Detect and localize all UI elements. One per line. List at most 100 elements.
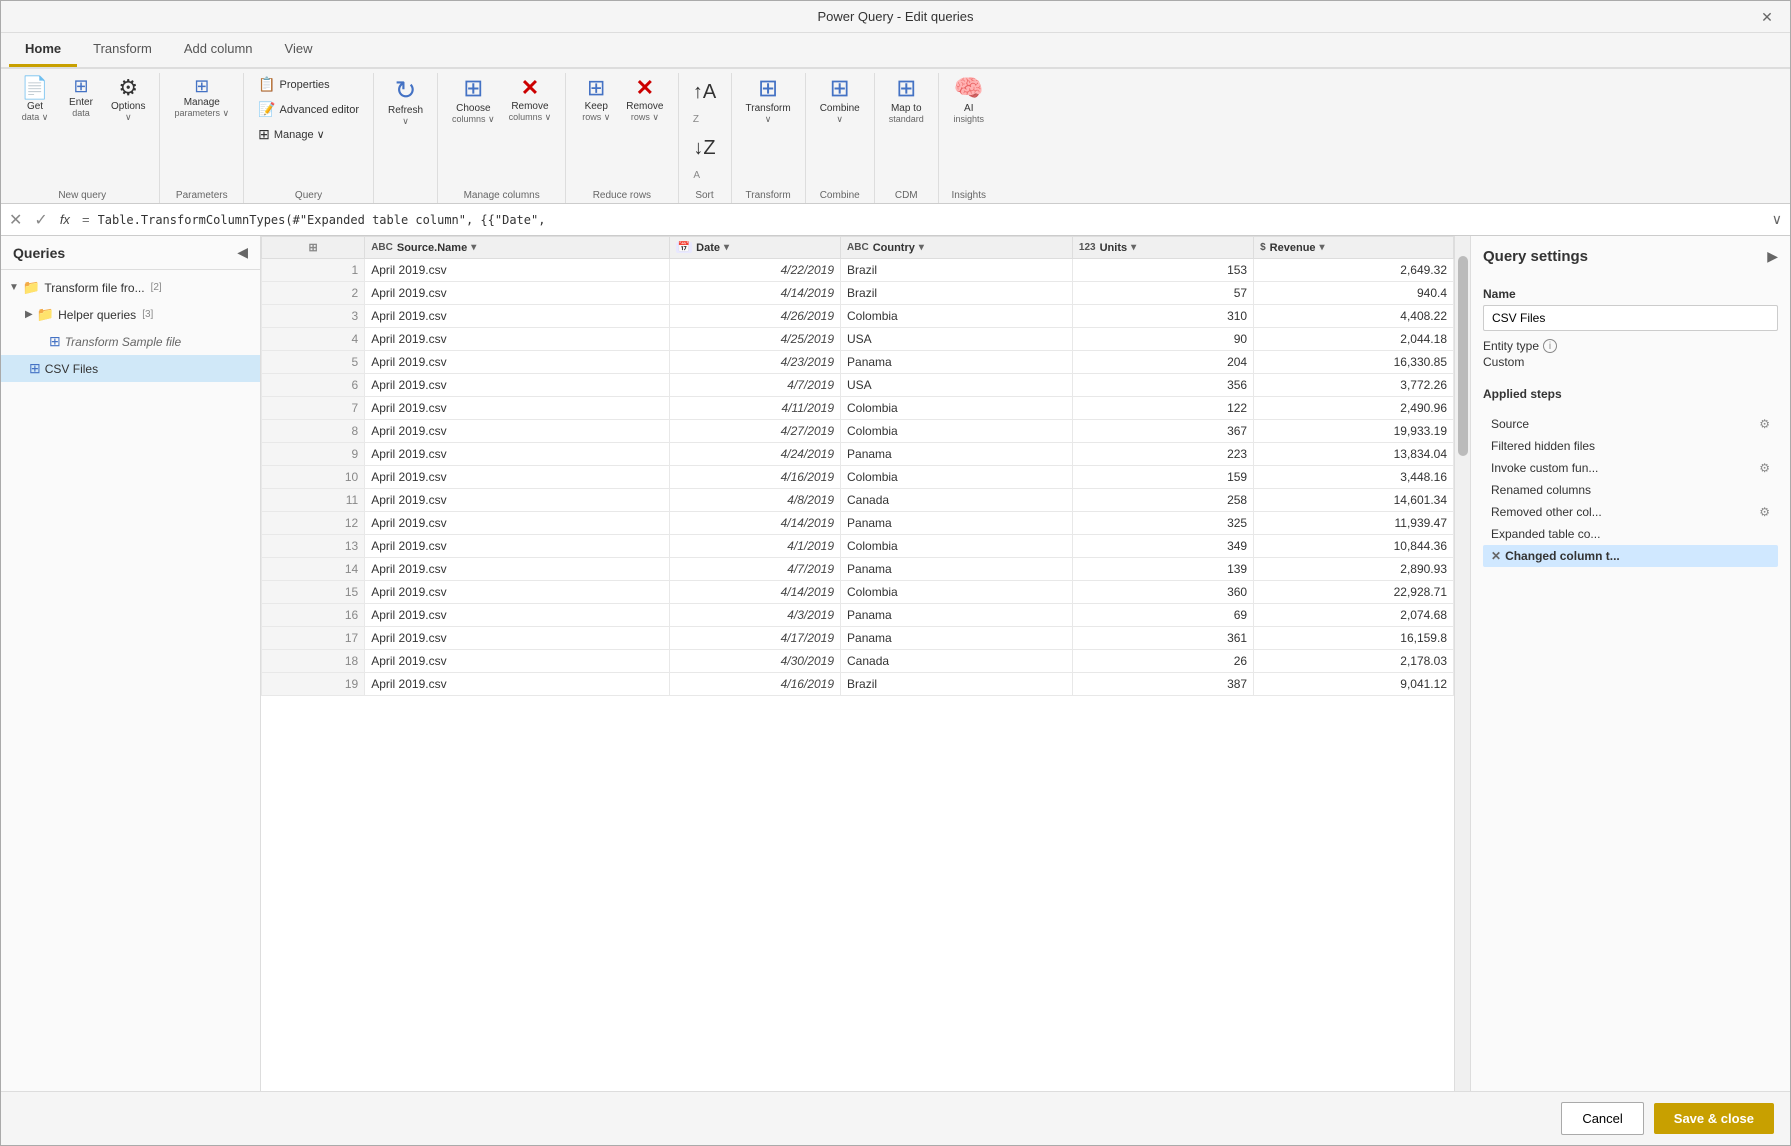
properties-button[interactable]: 📋 Properties [252,73,365,96]
ribbon-items-sort: ↑AZ ↓ZA [687,73,723,187]
row-source-cell: April 2019.csv [365,535,670,558]
row-country-cell: Brazil [841,259,1073,282]
ribbon-group-insights: 🧠 AI insights Insights [939,73,999,203]
col-filter-source[interactable]: ▾ [471,242,476,253]
row-units-cell: 223 [1072,443,1253,466]
refresh-button[interactable]: ↻ Refresh ∨ [382,73,429,131]
tab-transform[interactable]: Transform [77,33,168,67]
manage-button[interactable]: ⊞ Manage ∨ [252,123,365,146]
row-country-cell: USA [841,374,1073,397]
step-gear-icon[interactable]: ⚙ [1759,417,1770,431]
row-revenue-cell: 2,074.68 [1254,604,1454,627]
transform-button[interactable]: ⊞ Transform ∨ [740,73,797,129]
row-num-cell: 15 [262,581,365,604]
bottom-bar: Cancel Save & close [1,1091,1790,1145]
col-filter-revenue[interactable]: ▾ [1320,242,1325,253]
row-source-cell: April 2019.csv [365,604,670,627]
step-item[interactable]: Renamed columns [1483,479,1778,501]
row-date-cell: 4/24/2019 [669,443,840,466]
map-to-standard-button[interactable]: ⊞ Map to standard [883,73,930,128]
cancel-button[interactable]: Cancel [1561,1102,1643,1135]
close-button[interactable]: ✕ [1744,1,1790,33]
col-revenue[interactable]: $ Revenue ▾ [1254,237,1454,259]
table-row: 5 April 2019.csv 4/23/2019 Panama 204 16… [262,351,1454,374]
step-item[interactable]: Invoke custom fun...⚙ [1483,457,1778,479]
sort-asc-button[interactable]: ↑AZ [687,77,723,131]
qs-name-input[interactable] [1483,305,1778,331]
row-country-cell: Panama [841,512,1073,535]
col-source-name[interactable]: ABC Source.Name ▾ [365,237,670,259]
col-label-country: Country [873,242,915,254]
step-gear-icon[interactable]: ⚙ [1759,505,1770,519]
ribbon-items-query: 📋 Properties 📝 Advanced editor ⊞ Manage … [252,73,365,187]
table-row: 19 April 2019.csv 4/16/2019 Brazil 387 9… [262,673,1454,696]
step-gear-icon[interactable]: ⚙ [1759,461,1770,475]
formula-input[interactable] [98,213,1764,227]
sidebar-item-transform-sample[interactable]: ⊞ Transform Sample file [1,328,260,355]
transform-icon: ⊞ [758,77,778,101]
options-button[interactable]: ⚙ Options ∨ [105,73,151,127]
step-x-icon[interactable]: ✕ [1491,549,1501,563]
sidebar-item-csv-files[interactable]: ⊞ CSV Files [1,355,260,382]
step-item[interactable]: Source⚙ [1483,413,1778,435]
col-country[interactable]: ABC Country ▾ [841,237,1073,259]
row-date-cell: 4/25/2019 [669,328,840,351]
enter-data-button[interactable]: ⊞ Enter data [59,73,103,122]
qs-header: Query settings ▶ [1483,248,1778,265]
qs-name-label: Name [1483,287,1778,301]
step-label: Filtered hidden files [1491,439,1770,453]
col-units[interactable]: 123 Units ▾ [1072,237,1253,259]
sort-desc-icon: ↓ZA [693,136,715,184]
col-filter-units[interactable]: ▾ [1131,242,1136,253]
ai-insights-button[interactable]: 🧠 AI insights [947,73,991,128]
remove-columns-button[interactable]: ✕ Remove columns ∨ [503,73,558,127]
row-source-cell: April 2019.csv [365,282,670,305]
col-date[interactable]: 📅 Date ▾ [669,237,840,259]
get-data-button[interactable]: 📄 Get data ∨ [13,73,57,127]
choose-columns-button[interactable]: ⊞ Choose columns ∨ [446,73,501,129]
save-close-button[interactable]: Save & close [1654,1103,1774,1134]
sidebar-item-helper-queries[interactable]: ▶ 📁 Helper queries [3] [1,301,260,328]
table-row: 6 April 2019.csv 4/7/2019 USA 356 3,772.… [262,374,1454,397]
row-num-cell: 14 [262,558,365,581]
advanced-editor-button[interactable]: 📝 Advanced editor [252,98,365,121]
step-item[interactable]: Filtered hidden files [1483,435,1778,457]
tab-add-column[interactable]: Add column [168,33,269,67]
row-num-cell: 12 [262,512,365,535]
table-row: 10 April 2019.csv 4/16/2019 Colombia 159… [262,466,1454,489]
formula-expand-icon[interactable]: ∨ [1768,211,1786,228]
table-wrapper[interactable]: ⊞ ABC Source.Name ▾ [261,236,1470,1091]
tree-badge-0: [2] [151,282,162,293]
step-item[interactable]: ✕Changed column t... [1483,545,1778,567]
remove-rows-button[interactable]: ✕ Remove rows ∨ [620,73,669,127]
row-country-cell: Colombia [841,305,1073,328]
keep-rows-button[interactable]: ⊞ Keep rows ∨ [574,73,618,127]
options-icon: ⚙ [118,77,138,99]
sort-desc-button[interactable]: ↓ZA [687,133,723,187]
table-row: 12 April 2019.csv 4/14/2019 Panama 325 1… [262,512,1454,535]
qs-expand-icon[interactable]: ▶ [1767,248,1778,265]
tab-home[interactable]: Home [9,33,77,67]
ribbon-group-label-combine: Combine [814,187,866,203]
col-type-revenue: $ [1260,242,1266,253]
row-source-cell: April 2019.csv [365,581,670,604]
step-item[interactable]: Expanded table co... [1483,523,1778,545]
table-area: ⊞ ABC Source.Name ▾ [261,236,1470,1091]
ribbon-group-label-reduce-rows: Reduce rows [574,187,669,203]
formula-cancel-icon[interactable]: ✕ [5,210,26,230]
qs-applied-steps-label: Applied steps [1483,387,1778,401]
manage-parameters-button[interactable]: ⊞ Manage parameters ∨ [168,73,235,123]
row-source-cell: April 2019.csv [365,512,670,535]
row-units-cell: 367 [1072,420,1253,443]
combine-button[interactable]: ⊞ Combine ∨ [814,73,866,129]
col-type-source: ABC [371,242,393,253]
tab-view[interactable]: View [269,33,329,67]
col-filter-date[interactable]: ▾ [724,242,729,253]
sidebar-item-transform-file[interactable]: ▼ 📁 Transform file fro... [2] [1,274,260,301]
sidebar-collapse-button[interactable]: ◀ [237,244,248,261]
formula-confirm-icon[interactable]: ✓ [30,210,51,230]
col-filter-country[interactable]: ▾ [919,242,924,253]
step-item[interactable]: Removed other col...⚙ [1483,501,1778,523]
row-country-cell: Brazil [841,282,1073,305]
entity-type-info-icon[interactable]: i [1543,339,1557,353]
